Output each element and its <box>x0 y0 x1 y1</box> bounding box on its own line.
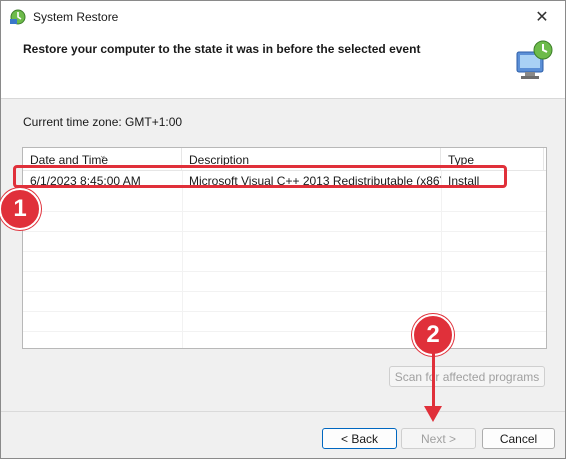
restore-computer-icon <box>516 40 553 79</box>
cell-description: Microsoft Visual C++ 2013 Redistributabl… <box>189 174 441 188</box>
grid-line <box>23 211 546 212</box>
cell-type: Install <box>448 174 480 188</box>
grid-line <box>23 291 546 292</box>
grid-line <box>23 231 546 232</box>
system-restore-icon <box>10 9 26 25</box>
page-heading: Restore your computer to the state it wa… <box>23 42 421 56</box>
footer-divider <box>1 411 565 412</box>
system-restore-window: System Restore ✕ Restore your computer t… <box>0 0 566 459</box>
grid-line <box>23 311 546 312</box>
column-header-type-label: Type <box>448 153 475 167</box>
column-header-type[interactable]: Type <box>441 148 544 170</box>
title-bar: System Restore ✕ <box>1 1 565 33</box>
restore-points-list[interactable]: ⌄ Date and Time Description Type 6/1/202… <box>22 147 547 349</box>
grid-line <box>23 271 546 272</box>
timezone-label: Current time zone: GMT+1:00 <box>23 115 183 129</box>
window-title: System Restore <box>33 10 119 24</box>
grid-line <box>23 251 546 252</box>
annotation-arrow-icon <box>424 406 442 422</box>
next-button[interactable]: Next > <box>401 428 476 449</box>
step-badge-1: 1 <box>0 188 41 230</box>
back-button[interactable]: < Back <box>322 428 397 449</box>
column-header-description[interactable]: Description <box>182 148 441 170</box>
scan-affected-programs-button[interactable]: Scan for affected programs <box>389 366 545 387</box>
grid-line <box>182 171 183 348</box>
close-button[interactable]: ✕ <box>519 1 565 33</box>
cancel-button[interactable]: Cancel <box>482 428 555 449</box>
column-header-description-label: Description <box>189 153 250 167</box>
header-panel: Restore your computer to the state it wa… <box>1 33 565 99</box>
table-row[interactable]: 6/1/2023 8:45:00 AM Microsoft Visual C++… <box>23 171 546 191</box>
annotation-arrow-shaft <box>432 346 435 410</box>
column-header-date[interactable]: ⌄ Date and Time <box>23 148 182 170</box>
column-header-date-label: Date and Time <box>30 153 109 167</box>
close-icon: ✕ <box>535 9 549 26</box>
grid-line <box>23 331 546 332</box>
list-header: ⌄ Date and Time Description Type <box>23 148 546 171</box>
cell-date: 6/1/2023 8:45:00 AM <box>30 174 141 188</box>
sort-arrow-icon: ⌄ <box>99 150 107 160</box>
